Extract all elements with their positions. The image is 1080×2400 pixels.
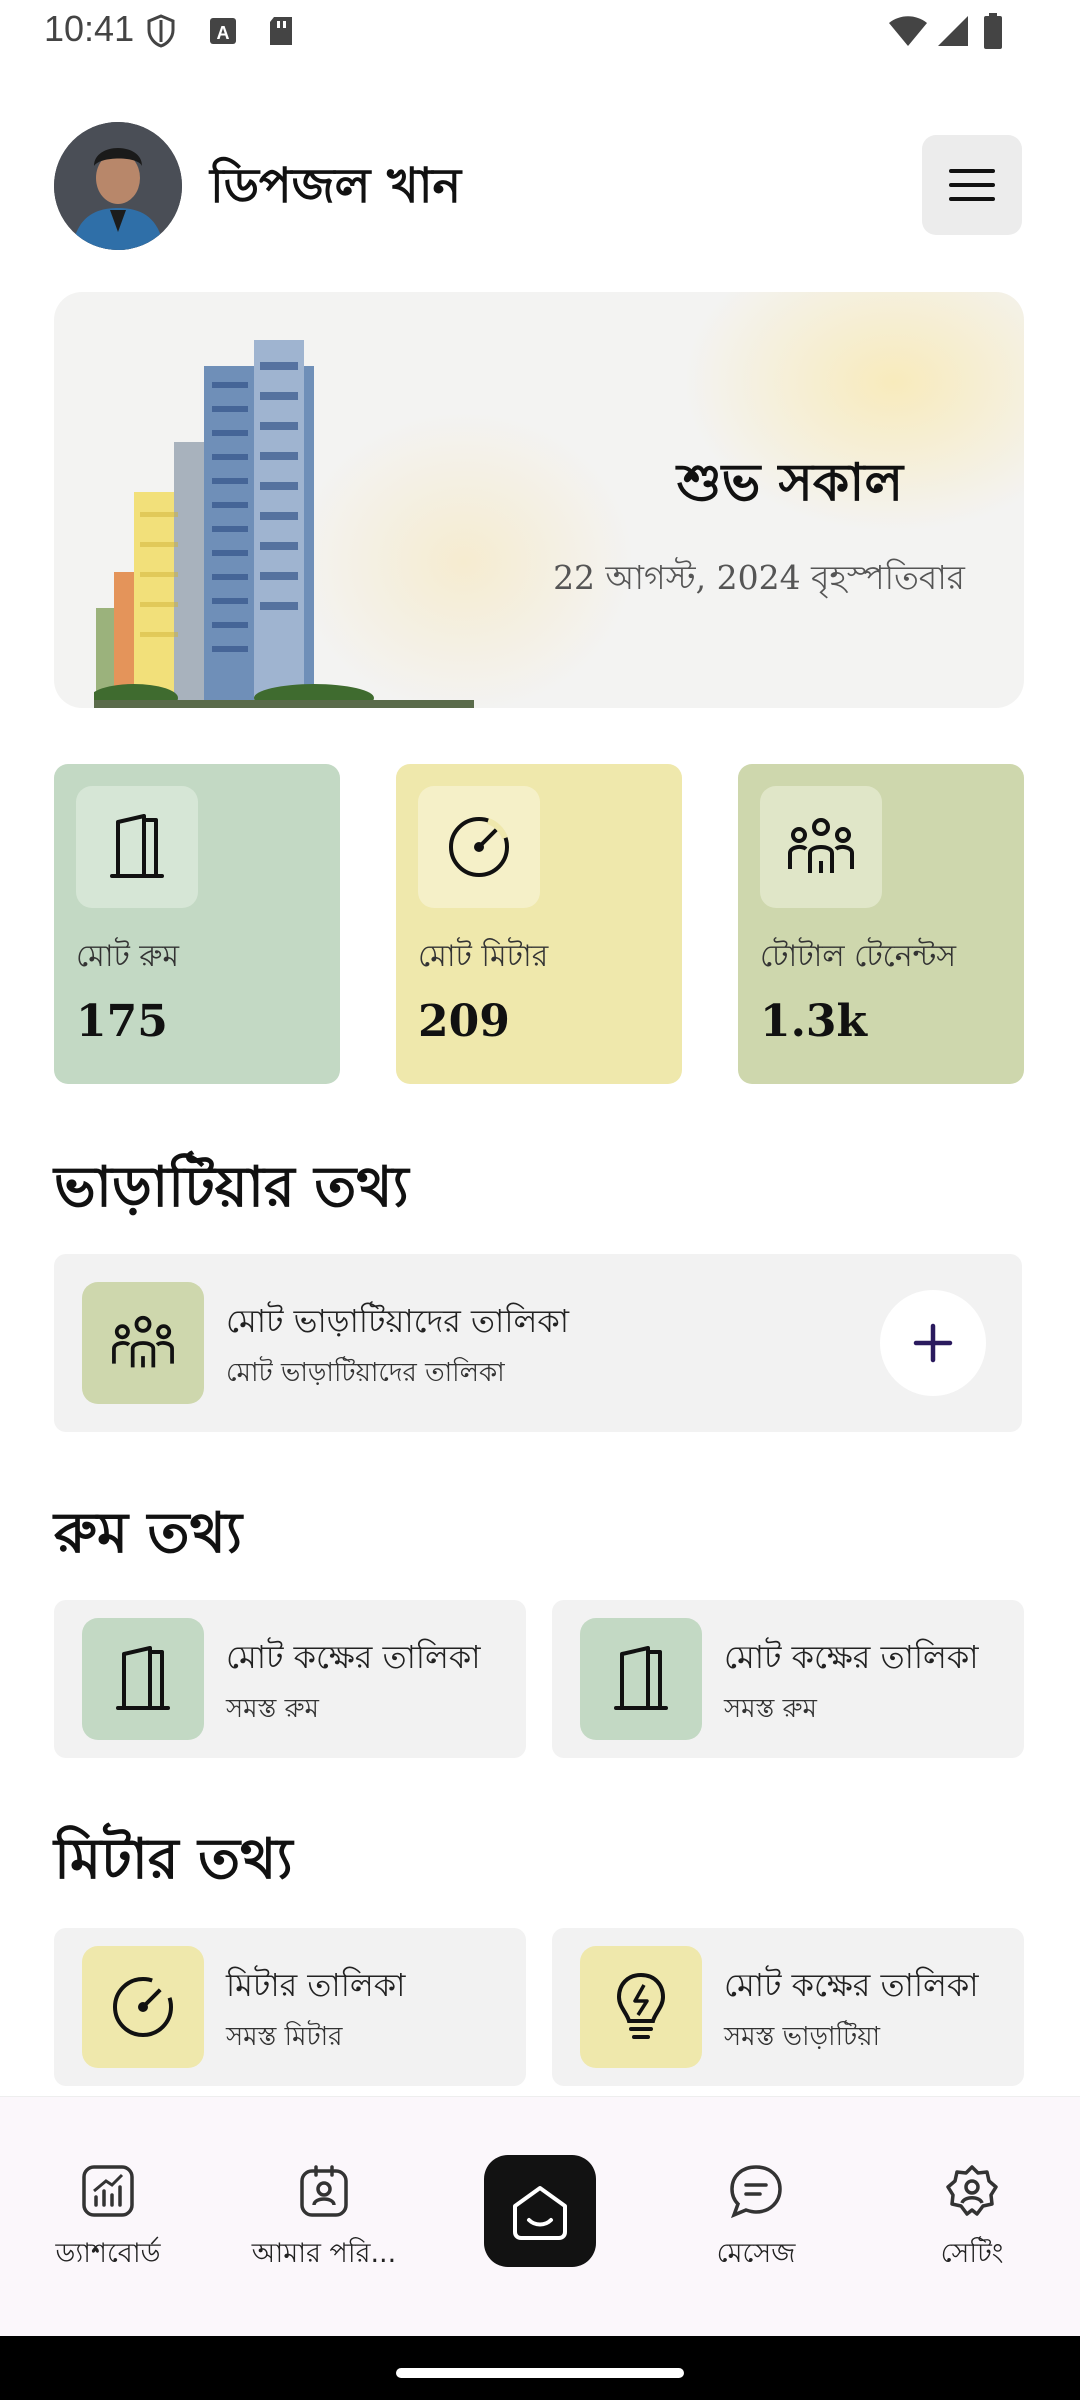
svg-text:A: A bbox=[217, 23, 230, 43]
greeting-banner: শুভ সকাল 22 আগস্ট, 2024 বৃহস্পতিবার bbox=[54, 292, 1024, 708]
nav-label: ড্যাশবোর্ড bbox=[55, 2238, 161, 2269]
meter-icon bbox=[418, 786, 540, 908]
bottom-navigation: ড্যাশবোর্ড আমার পরি... মেসেজ সেটিং bbox=[0, 2096, 1080, 2336]
card-title: মোট কক্ষের তালিকা bbox=[724, 1638, 979, 1676]
stat-card-rooms[interactable]: মোট রুম 175 bbox=[54, 764, 340, 1084]
nav-label: মেসেজ bbox=[716, 2238, 796, 2269]
stat-value: 175 bbox=[76, 996, 168, 1047]
greeting-text: শুভ সকাল bbox=[676, 453, 904, 513]
card-title: মোট ভাড়াটিয়াদের তালিকা bbox=[226, 1302, 570, 1340]
meter-icon bbox=[82, 1946, 204, 2068]
status-bar: 10:41 A bbox=[0, 0, 1080, 64]
stat-card-tenants[interactable]: টোটাল টেনেন্টস 1.3k bbox=[738, 764, 1024, 1084]
stat-value: 209 bbox=[418, 996, 510, 1047]
avatar[interactable] bbox=[54, 122, 182, 250]
card-subtitle: সমস্ত রুম bbox=[226, 1694, 319, 1724]
hamburger-icon bbox=[949, 169, 995, 201]
card-title: মোট কক্ষের তালিকা bbox=[724, 1966, 979, 2004]
add-tenant-button[interactable] bbox=[880, 1290, 986, 1396]
meter-section-title: মিটার তথ্য bbox=[54, 1827, 293, 1892]
system-navigation-bar bbox=[0, 2336, 1080, 2400]
profile-icon bbox=[300, 2165, 348, 2217]
chart-icon bbox=[82, 2165, 134, 2217]
nav-label: সেটিং bbox=[940, 2238, 1004, 2269]
card-subtitle: সমস্ত মিটার bbox=[226, 2022, 343, 2052]
chat-icon bbox=[730, 2165, 782, 2219]
home-icon bbox=[513, 2186, 567, 2240]
font-icon: A bbox=[210, 18, 236, 44]
user-name: ডিপজল খান bbox=[210, 158, 462, 214]
stat-label: টোটাল টেনেন্টস bbox=[760, 939, 957, 974]
battery-icon bbox=[984, 13, 1002, 49]
tenant-list-card[interactable]: মোট ভাড়াটিয়াদের তালিকা মোট ভাড়াটিয়াদ… bbox=[54, 1254, 1022, 1432]
room-list-card[interactable]: মোট কক্ষের তালিকা সমস্ত রুম bbox=[552, 1600, 1024, 1758]
card-subtitle: সমস্ত ভাড়াটিয়া bbox=[724, 2022, 881, 2052]
room-section-title: রুম তথ্য bbox=[54, 1501, 243, 1566]
stat-label: মোট মিটার bbox=[418, 939, 549, 974]
meter-list-card[interactable]: মিটার তালিকা সমস্ত মিটার bbox=[54, 1928, 526, 2086]
card-title: মোট কক্ষের তালিকা bbox=[226, 1638, 481, 1676]
door-icon bbox=[76, 786, 198, 908]
menu-button[interactable] bbox=[922, 135, 1022, 235]
sdcard-icon bbox=[270, 17, 292, 45]
card-subtitle: সমস্ত রুম bbox=[724, 1694, 817, 1724]
wifi-icon bbox=[889, 16, 927, 46]
home-gesture-handle[interactable] bbox=[396, 2368, 684, 2378]
stat-card-meters[interactable]: মোট মিটার 209 bbox=[396, 764, 682, 1084]
nav-dashboard[interactable]: ড্যাশবোর্ড bbox=[8, 2163, 208, 2278]
signal-icon bbox=[938, 16, 968, 46]
door-icon bbox=[82, 1618, 204, 1740]
building-illustration bbox=[94, 340, 474, 708]
people-icon bbox=[82, 1282, 204, 1404]
status-time: 10:41 bbox=[44, 8, 135, 49]
bulb-icon bbox=[580, 1946, 702, 2068]
plus-icon bbox=[913, 1323, 953, 1363]
stat-value: 1.3k bbox=[760, 996, 868, 1047]
nav-home-button[interactable] bbox=[484, 2155, 596, 2267]
meter-list-card[interactable]: মোট কক্ষের তালিকা সমস্ত ভাড়াটিয়া bbox=[552, 1928, 1024, 2086]
nav-settings[interactable]: সেটিং bbox=[872, 2163, 1072, 2278]
card-title: মিটার তালিকা bbox=[226, 1966, 406, 2004]
card-subtitle: মোট ভাড়াটিয়াদের তালিকা bbox=[226, 1358, 505, 1388]
current-date: 22 আগস্ট, 2024 বৃহস্পতিবার bbox=[553, 558, 965, 597]
settings-icon bbox=[946, 2165, 998, 2216]
nav-my-profile[interactable]: আমার পরি... bbox=[224, 2163, 424, 2278]
room-list-card[interactable]: মোট কক্ষের তালিকা সমস্ত রুম bbox=[54, 1600, 526, 1758]
tenant-section-title: ভাড়াটিয়ার তথ্য bbox=[54, 1155, 409, 1220]
nav-messages[interactable]: মেসেজ bbox=[656, 2163, 856, 2278]
nav-label: আমার পরি... bbox=[251, 2238, 397, 2269]
door-icon bbox=[580, 1618, 702, 1740]
people-icon bbox=[760, 786, 882, 908]
shield-icon bbox=[147, 14, 175, 48]
stat-label: মোট রুম bbox=[76, 939, 180, 974]
